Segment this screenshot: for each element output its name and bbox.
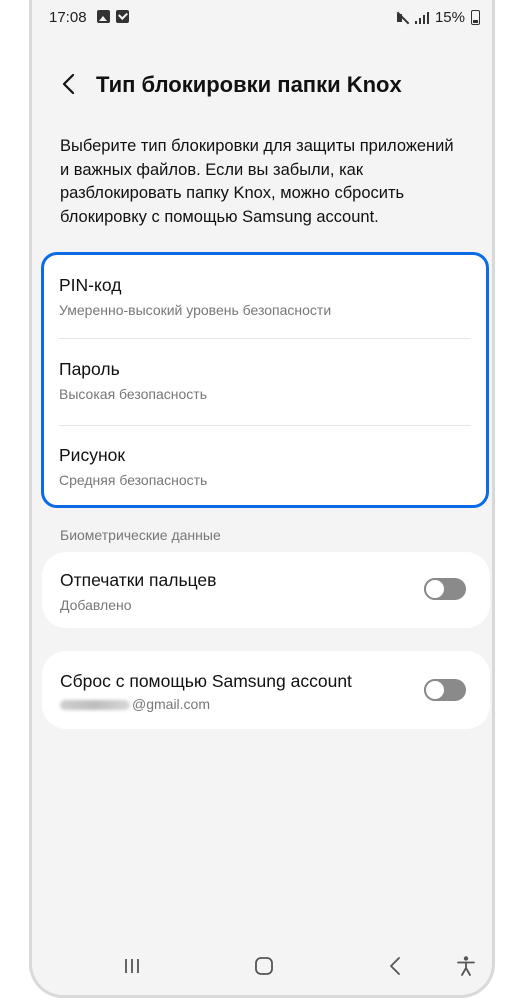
fingerprints-row[interactable]: Отпечатки пальцев Добавлено [42,552,490,628]
blurred-email-username [60,700,130,711]
lock-option-subtitle: Высокая безопасность [59,386,208,402]
check-icon [116,10,129,23]
toggle-knob [424,679,446,701]
chevron-left-icon[interactable] [56,70,84,98]
section-header-biometrics: Биометрические данные [60,527,221,543]
signal-icon [414,11,429,24]
lock-option-title: PIN-код [59,275,122,295]
samsung-reset-toggle[interactable] [424,679,466,701]
samsung-reset-email: @gmail.com [60,696,210,712]
lock-option-subtitle: Средняя безопасность [59,472,208,488]
fingerprints-title: Отпечатки пальцев [60,570,217,590]
lock-option-pin[interactable]: PIN-код Умеренно-высокий уровень безопас… [44,255,486,341]
lock-type-card: PIN-код Умеренно-высокий уровень безопас… [41,252,489,508]
status-bar: 17:08 15% [32,0,492,36]
samsung-reset-title: Сброс с помощью Samsung account [60,671,352,691]
samsung-reset-row[interactable]: Сброс с помощью Samsung account @gmail.c… [42,651,490,729]
lock-option-title: Рисунок [59,445,126,465]
accessibility-icon[interactable] [454,955,478,977]
battery-percent: 15% [434,9,465,26]
lock-option-password[interactable]: Пароль Высокая безопасность [44,339,486,425]
fingerprints-toggle[interactable] [424,578,466,600]
navigation-bar [32,951,492,981]
lock-option-pattern[interactable]: Рисунок Средняя безопасность [44,425,486,511]
home-icon[interactable] [252,955,276,977]
lock-option-title: Пароль [59,359,120,379]
back-nav-icon[interactable] [384,955,408,977]
status-time: 17:08 [49,9,87,26]
app-bar: Тип блокировки папки Knox [32,62,492,106]
fingerprints-subtitle: Добавлено [60,597,132,613]
page-title: Тип блокировки папки Knox [96,72,402,97]
image-icon [97,10,110,23]
lock-option-subtitle: Умеренно-высокий уровень безопасности [59,302,332,318]
toggle-knob [424,578,446,600]
phone-screen: 17:08 15% Тип блокировки папки Knox Выбе… [29,0,495,998]
recent-apps-icon[interactable] [120,955,144,977]
description-text: Выберите тип блокировки для защиты прило… [60,137,454,226]
battery-icon [471,10,480,25]
mute-icon [395,11,409,25]
